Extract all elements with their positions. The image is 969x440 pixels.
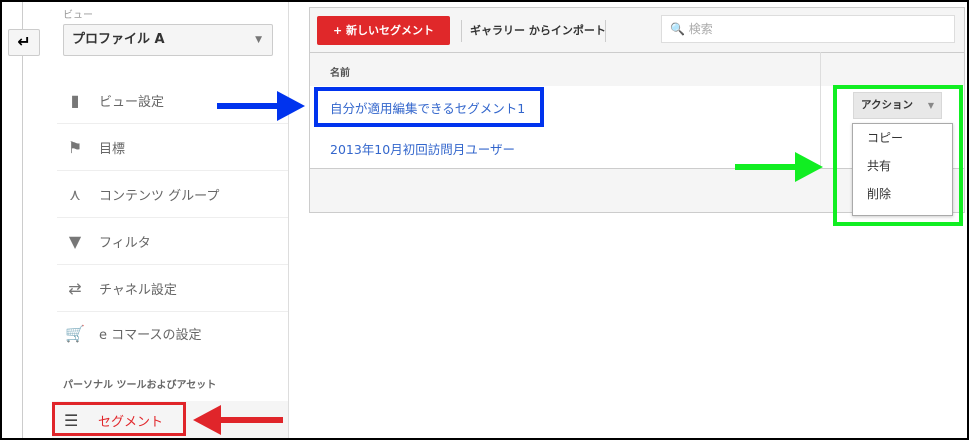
chevron-down-icon: ▼ [255,35,262,45]
annotation-blue-arrow [217,91,305,121]
search-placeholder: 検索 [688,22,713,36]
sidebar-item-label: e コマースの設定 [99,328,202,343]
sidebar-item-label: フィルタ [99,235,151,251]
view-select-value: プロファイル A [72,32,165,47]
sidebar-item-label: ビュー設定 [99,94,165,110]
channel-icon: ⇄ [68,278,82,298]
column-header-name: 名前 [330,68,350,79]
sidebar-item-filter[interactable]: ▼ フィルタ [57,218,288,265]
sidebar-item-ecommerce[interactable]: 🛒 e コマースの設定 [57,310,288,357]
column-divider [820,52,821,168]
back-button[interactable]: ↵ [8,29,40,56]
sidebar-item-label: コンテンツ グループ [99,188,220,204]
search-icon: 🔍 [670,22,685,36]
sidebar-item-goals[interactable]: ⚑ 目標 [57,124,288,171]
view-label: ビュー [63,10,93,21]
new-segment-button[interactable]: + 新しいセグメント [317,16,450,45]
annotation-green-box [833,85,963,226]
sidebar-item-label: チャネル設定 [99,282,177,298]
sidebar-item-label: 目標 [99,141,126,157]
content-group-icon: ⋏ [69,184,81,204]
sidebar-item-view-settings[interactable]: ▮ ビュー設定 [57,77,288,124]
import-gallery-button[interactable]: ギャラリー からインポート [470,22,606,38]
annotation-red-box [52,402,186,436]
sidebar-item-content-group[interactable]: ⋏ コンテンツ グループ [57,171,288,218]
search-input[interactable]: 🔍 検索 [661,15,955,43]
back-arrow-icon: ↵ [17,32,31,51]
toolbar-divider [461,20,462,42]
section-heading: パーソナル ツールおよびアセット [63,380,217,391]
document-icon: ▮ [70,90,80,110]
annotation-green-arrow [735,152,823,182]
annotation-red-arrow [193,405,283,435]
flag-icon: ⚑ [67,137,83,157]
cart-icon: 🛒 [65,324,85,343]
arrow-head-icon [193,405,221,435]
filter-icon: ▼ [68,231,82,251]
arrow-head-icon [277,91,305,121]
table-header: 名前 [310,52,964,88]
segment-link[interactable]: 2013年10月初回訪問月ユーザー [330,139,515,158]
annotation-blue-box [314,87,544,127]
sidebar-item-channel[interactable]: ⇄ チャネル設定 [57,265,288,312]
toolbar-divider [605,20,606,42]
sidebar-divider [288,0,289,440]
sidebar-rail [22,0,23,440]
view-select[interactable]: プロファイル A ▼ [63,24,273,56]
arrow-head-icon [795,152,823,182]
